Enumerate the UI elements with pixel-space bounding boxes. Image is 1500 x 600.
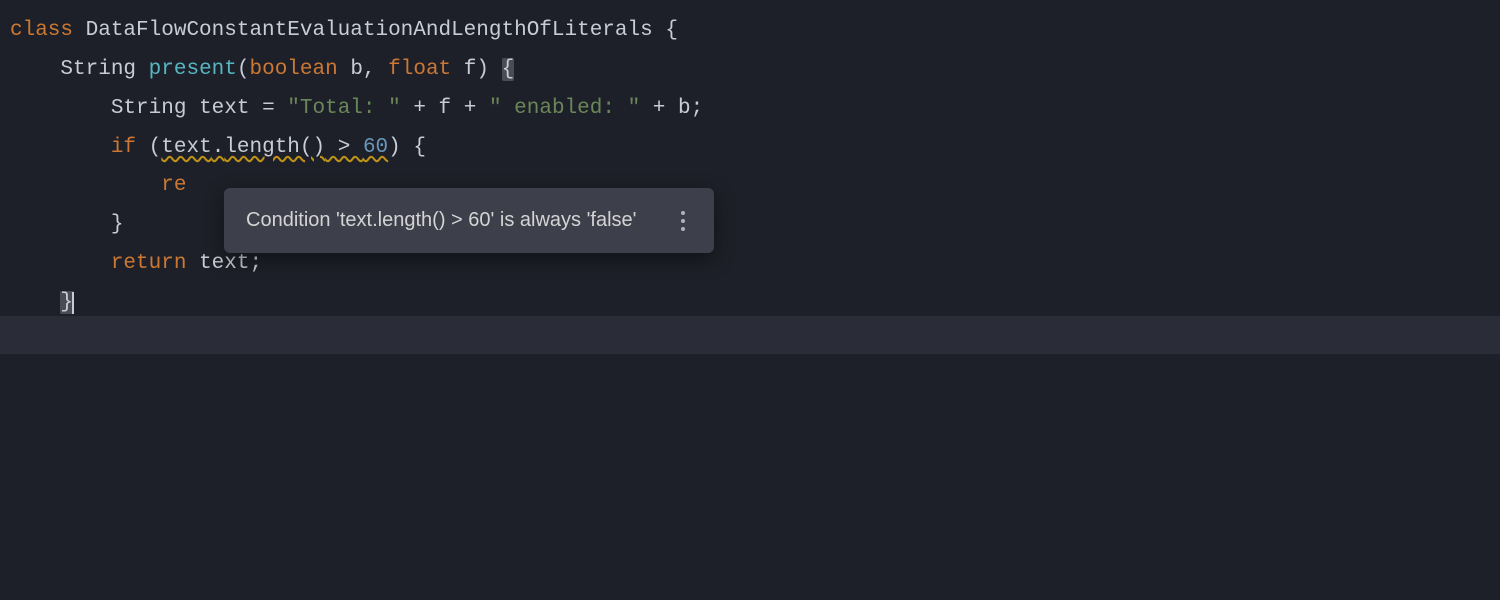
semicolon: ; xyxy=(249,252,262,275)
paren-open: ( xyxy=(237,58,250,81)
keyword-boolean: boolean xyxy=(249,58,337,81)
code-line[interactable]: String present(boolean b, float f) { xyxy=(10,51,1500,90)
inspection-tooltip[interactable]: Condition 'text.length() > 60' is always… xyxy=(224,188,714,253)
matching-brace-open: { xyxy=(502,58,515,81)
keyword-float: float xyxy=(388,58,451,81)
brace-open: { xyxy=(665,19,678,42)
partial-return: re xyxy=(161,174,186,197)
plus-op: + xyxy=(451,97,489,120)
param-b: b xyxy=(350,58,363,81)
comma: , xyxy=(363,58,376,81)
method-name: present xyxy=(149,58,237,81)
tooltip-message: Condition 'text.length() > 60' is always… xyxy=(246,202,636,239)
paren-close: ) xyxy=(388,136,401,159)
paren-close: ) xyxy=(476,58,489,81)
keyword-class: class xyxy=(10,19,73,42)
code-line[interactable]: String text = "Total: " + f + " enabled:… xyxy=(10,90,1500,129)
string-literal-1: "Total: " xyxy=(287,97,400,120)
matching-brace-close: } xyxy=(60,291,74,314)
param-f: f xyxy=(464,58,477,81)
decl-name: text xyxy=(199,97,249,120)
var-b: b xyxy=(678,97,691,120)
var-f: f xyxy=(439,97,452,120)
decl-type: String xyxy=(111,97,187,120)
string-literal-2: " enabled: " xyxy=(489,97,640,120)
brace-open: { xyxy=(413,136,426,159)
assign: = xyxy=(249,97,287,120)
number-literal: 60 xyxy=(363,136,388,159)
cond-var: text xyxy=(161,136,211,159)
cond-call: length() xyxy=(224,136,325,159)
code-line[interactable]: } xyxy=(10,284,1500,323)
keyword-if: if xyxy=(111,136,136,159)
semicolon: ; xyxy=(691,97,704,120)
class-name: DataFlowConstantEvaluationAndLengthOfLit… xyxy=(86,19,653,42)
more-actions-icon[interactable] xyxy=(674,209,692,233)
gt-op: > xyxy=(325,136,363,159)
keyword-return: return xyxy=(111,252,187,275)
brace-close: } xyxy=(111,213,124,236)
dot: . xyxy=(212,136,225,159)
return-type: String xyxy=(60,58,136,81)
plus-op: + xyxy=(401,97,439,120)
code-editor[interactable]: class DataFlowConstantEvaluationAndLengt… xyxy=(10,12,1500,323)
plus-op: + xyxy=(640,97,678,120)
code-line[interactable]: class DataFlowConstantEvaluationAndLengt… xyxy=(10,12,1500,51)
inspection-warning-range[interactable]: text.length() > 60 xyxy=(161,136,388,159)
return-var: text xyxy=(199,252,249,275)
paren-open: ( xyxy=(149,136,162,159)
code-line[interactable]: if (text.length() > 60) { xyxy=(10,129,1500,168)
